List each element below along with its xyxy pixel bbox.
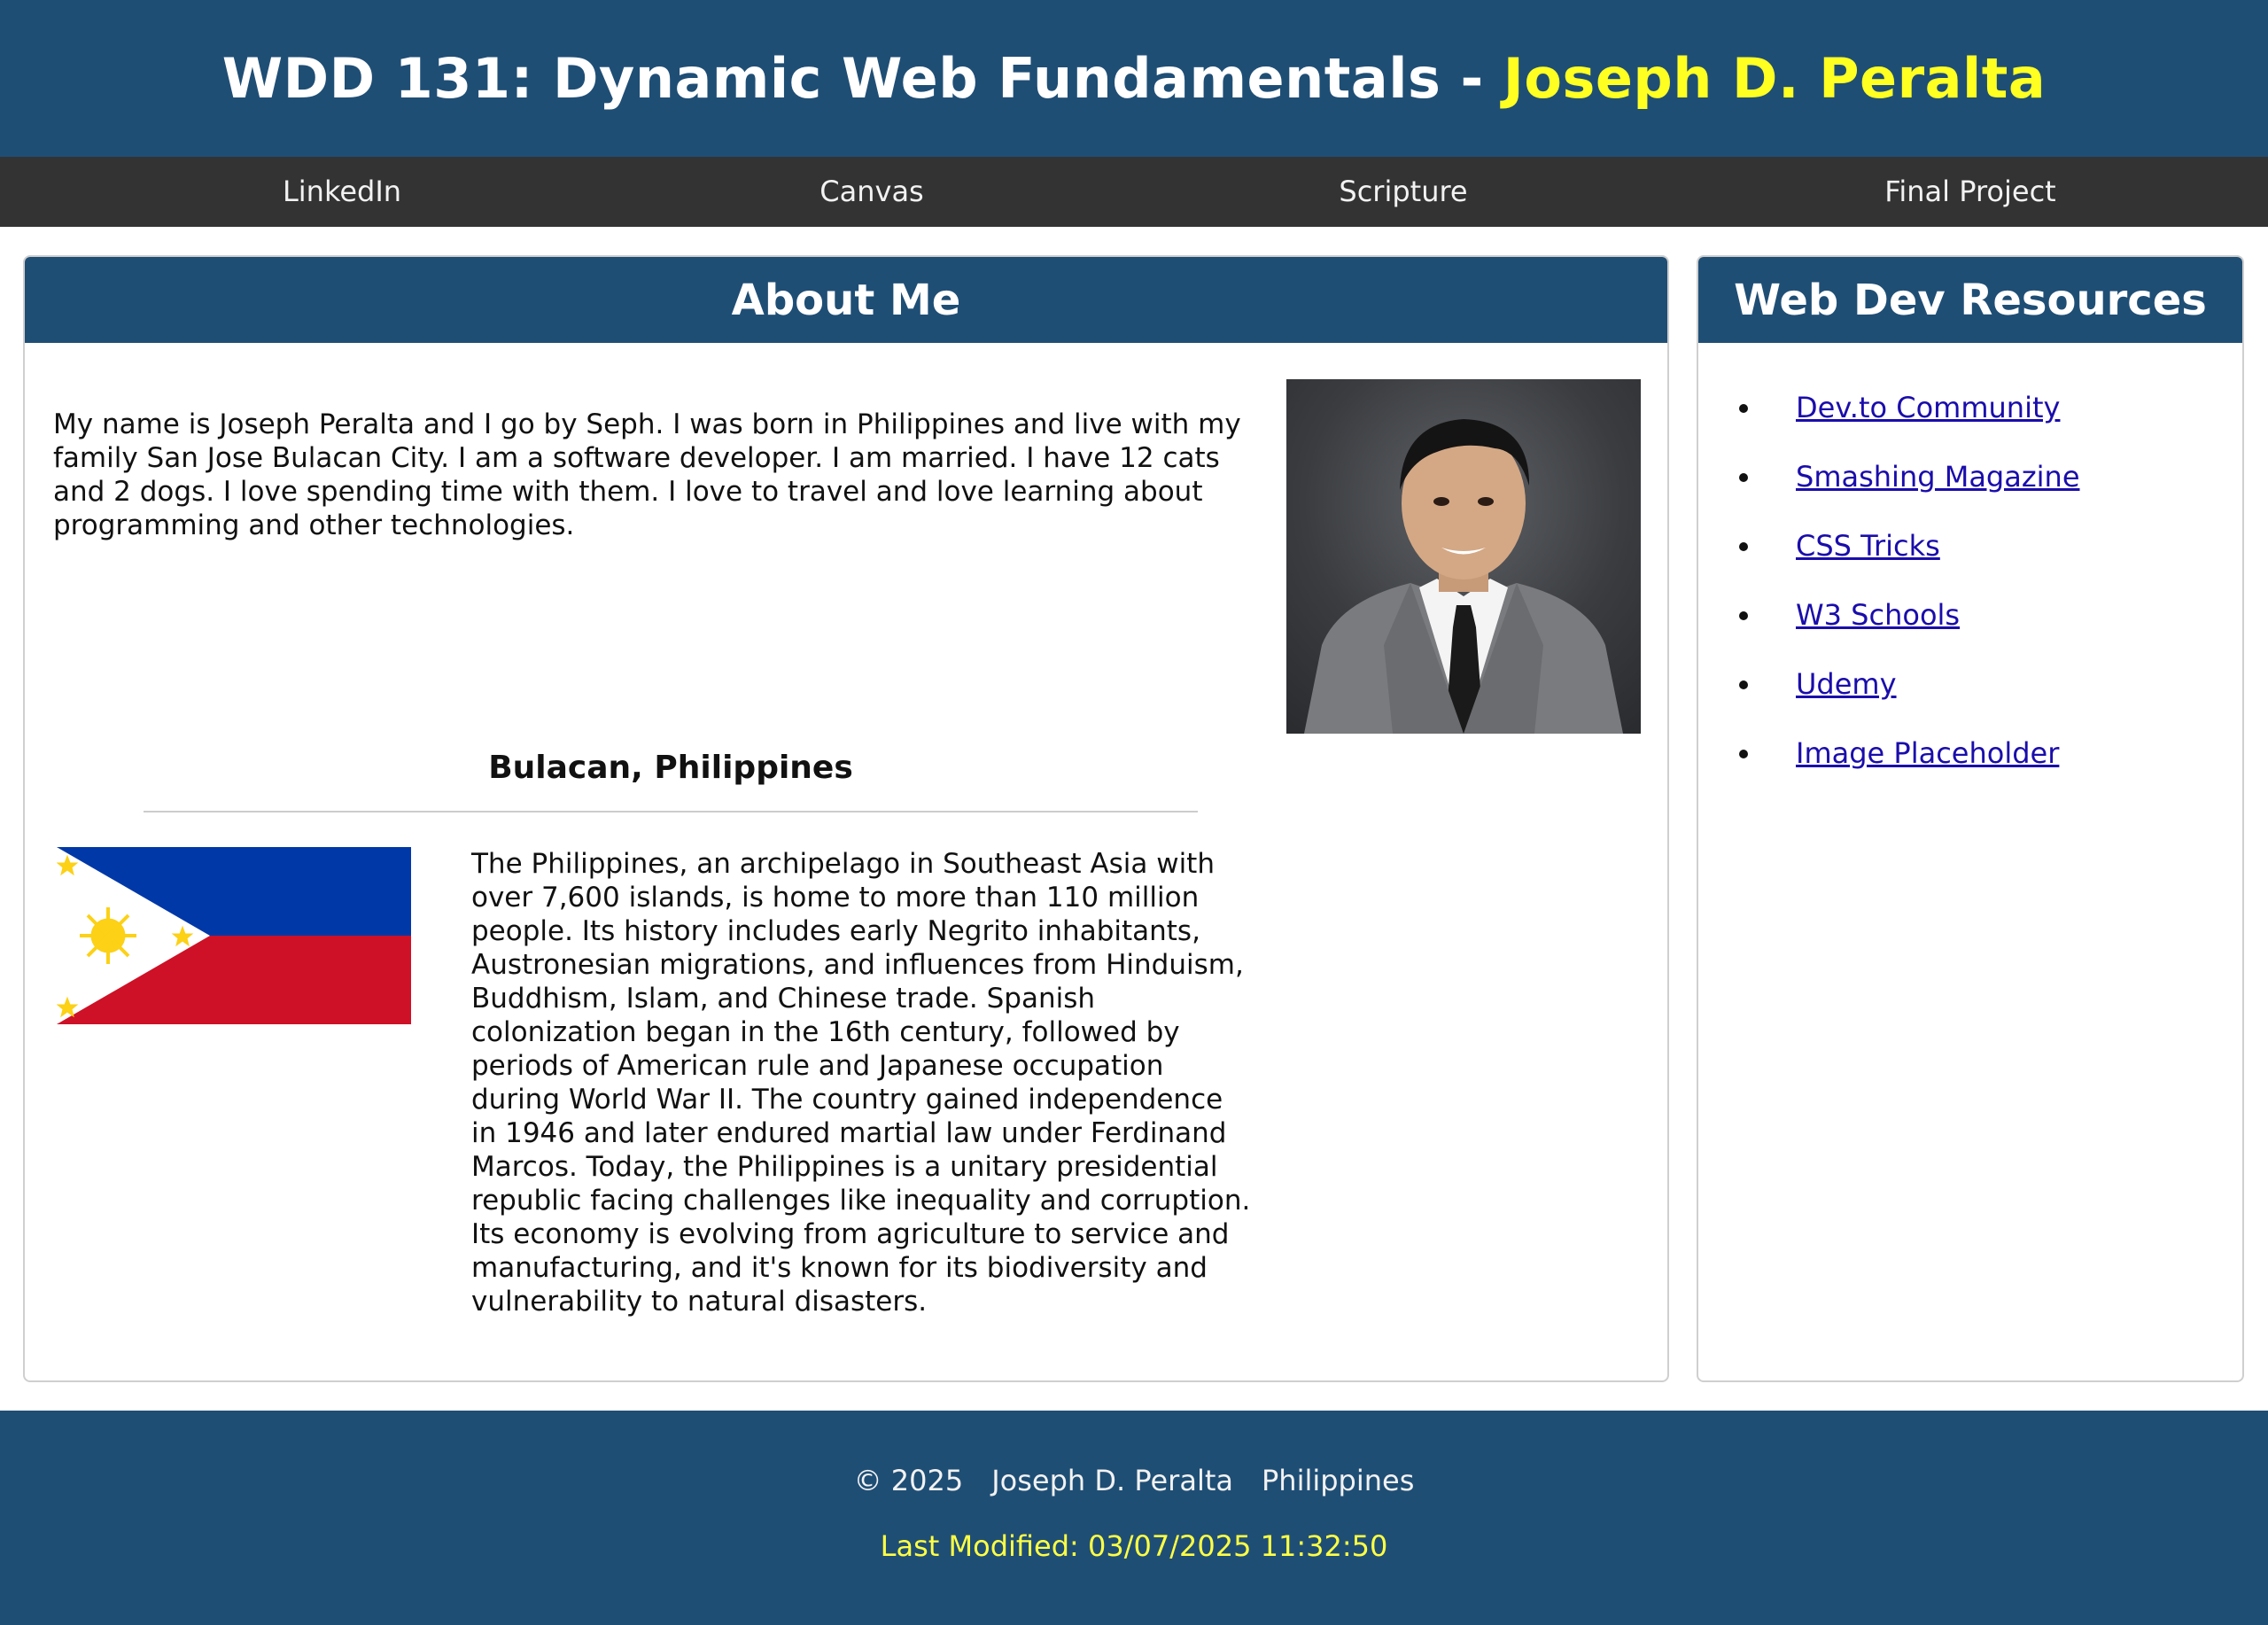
philippines-flag-icon [56, 847, 411, 1024]
bullet-icon [1739, 611, 1748, 620]
list-item: Smashing Magazine [1739, 459, 2080, 528]
site-footer: © 2025 Joseph D. Peralta Philippines Last … [0, 1411, 2268, 1625]
resources-heading: Web Dev Resources [1698, 257, 2242, 343]
nav-link-linkedin[interactable]: LinkedIn [283, 157, 401, 227]
footer-author: Joseph D. Peralta [991, 1464, 1233, 1497]
list-item: CSS Tricks [1739, 528, 2080, 597]
region-divider [144, 811, 1198, 812]
link-css-tricks[interactable]: CSS Tricks [1796, 529, 1940, 563]
link-smashing-magazine[interactable]: Smashing Magazine [1796, 460, 2080, 494]
list-item: Dev.to Community [1739, 390, 2080, 459]
bullet-icon [1739, 404, 1748, 413]
main-nav: LinkedIn Canvas Scripture Final Project [0, 157, 2268, 227]
bullet-icon [1739, 542, 1748, 551]
about-heading: About Me [25, 257, 1667, 343]
link-w3-schools[interactable]: W3 Schools [1796, 598, 1960, 632]
resources-card: Web Dev Resources Dev.to Community Smash… [1697, 255, 2244, 1382]
about-card: About Me My name is Joseph Peralta and I… [23, 255, 1669, 1382]
footer-info: © 2025 Joseph D. Peralta Philippines [0, 1464, 2268, 1497]
list-item: Image Placeholder [1739, 735, 2080, 805]
nav-link-canvas[interactable]: Canvas [819, 157, 923, 227]
link-udemy[interactable]: Udemy [1796, 667, 1897, 701]
site-header: WDD 131: Dynamic Web Fundamentals - Jose… [0, 0, 2268, 157]
nav-link-final-project[interactable]: Final Project [1884, 157, 2055, 227]
footer-country: Philippines [1261, 1464, 1415, 1497]
bullet-icon [1739, 750, 1748, 758]
page-title: WDD 131: Dynamic Web Fundamentals - Jose… [222, 46, 2047, 111]
region-title: Bulacan, Philippines [488, 750, 853, 786]
bullet-icon [1739, 473, 1748, 482]
profile-photo [1286, 379, 1641, 734]
link-devto[interactable]: Dev.to Community [1796, 391, 2060, 424]
footer-copyright: © 2025 [853, 1464, 964, 1497]
page-title-text: WDD 131: Dynamic Web Fundamentals - [221, 46, 1503, 111]
nav-link-scripture[interactable]: Scripture [1339, 157, 1467, 227]
resources-list: Dev.to Community Smashing Magazine CSS T… [1739, 390, 2080, 805]
author-name: Joseph D. Peralta [1503, 46, 2047, 111]
list-item: Udemy [1739, 666, 2080, 735]
bullet-icon [1739, 680, 1748, 689]
philippines-history: The Philippines, an archipelago in South… [471, 848, 1251, 1318]
link-image-placeholder[interactable]: Image Placeholder [1796, 736, 2059, 770]
last-modified: Last Modified: 03/07/2025 11:32:50 [880, 1529, 1388, 1563]
philippines-flag [56, 847, 411, 1024]
about-intro: My name is Joseph Peralta and I go by Se… [53, 408, 1241, 541]
list-item: W3 Schools [1739, 597, 2080, 666]
profile-photo-illustration [1304, 419, 1623, 734]
